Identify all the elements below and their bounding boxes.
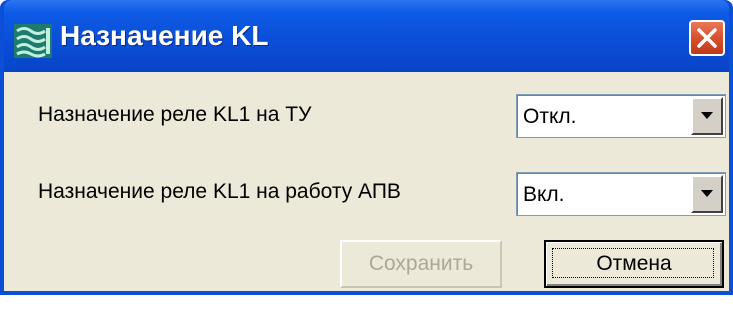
save-button[interactable]: Сохранить xyxy=(340,240,502,288)
window-title: Назначение KL xyxy=(60,20,269,51)
close-button[interactable] xyxy=(689,20,725,56)
cancel-button[interactable]: Отмена xyxy=(544,240,724,288)
field-label-tu: Назначение реле KL1 на ТУ xyxy=(38,103,312,126)
relay-tu-dropdown-button[interactable] xyxy=(691,97,723,135)
relay-tu-select[interactable]: Откл. xyxy=(516,94,726,138)
title-bar[interactable]: Назначение KL xyxy=(4,0,729,72)
chevron-down-icon xyxy=(701,112,713,119)
cancel-button-label: Отмена xyxy=(596,252,672,275)
app-icon xyxy=(14,24,52,58)
field-label-apv: Назначение реле KL1 на работу АПВ xyxy=(38,180,401,203)
relay-apv-select-value: Вкл. xyxy=(523,183,565,206)
relay-apv-dropdown-button[interactable] xyxy=(691,175,723,213)
chevron-down-icon xyxy=(701,190,713,197)
relay-apv-select[interactable]: Вкл. xyxy=(516,172,726,216)
relay-tu-select-value: Откл. xyxy=(523,105,577,128)
close-icon xyxy=(697,28,717,48)
